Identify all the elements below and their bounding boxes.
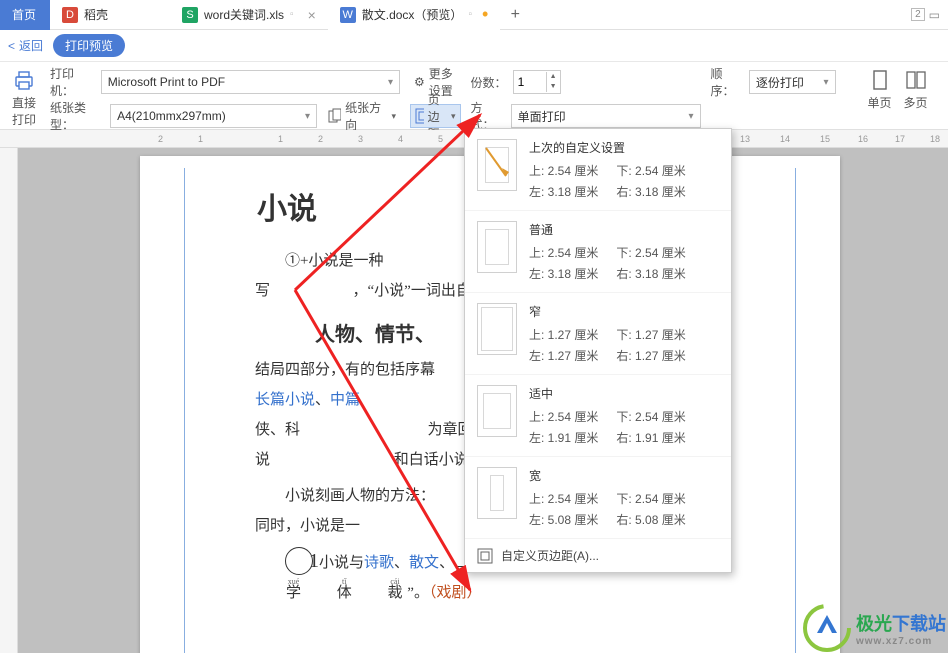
multi-page-button[interactable]: 多页 bbox=[900, 68, 932, 111]
margin-option-narrow[interactable]: 窄上: 1.27 厘米下: 1.27 厘米左: 1.27 厘米右: 1.27 厘… bbox=[465, 293, 731, 375]
unsaved-dot-icon: • bbox=[482, 4, 488, 25]
window-restore-icon[interactable]: ▭ bbox=[929, 8, 940, 22]
print-preview-pill[interactable]: 打印预览 bbox=[53, 34, 125, 57]
single-page-label: 单页 bbox=[868, 94, 892, 111]
vertical-ruler bbox=[0, 148, 18, 653]
new-tab-button[interactable]: + bbox=[500, 6, 530, 24]
step-down[interactable]: ▼ bbox=[547, 82, 560, 92]
method-value: 单面打印 bbox=[518, 108, 566, 125]
method-select[interactable]: 单面打印 ▾ bbox=[511, 104, 701, 128]
tab-home[interactable]: 首页 bbox=[0, 0, 50, 30]
close-icon[interactable]: × bbox=[300, 7, 316, 23]
chevron-down-icon: ▾ bbox=[689, 111, 694, 122]
order-label: 顺序： bbox=[711, 65, 743, 99]
logo-icon bbox=[802, 603, 852, 653]
docx-icon: W bbox=[340, 7, 356, 23]
single-page-button[interactable]: 单页 bbox=[864, 68, 896, 111]
multi-page-label: 多页 bbox=[904, 94, 928, 111]
copies-label: 份数： bbox=[471, 74, 507, 91]
margins-dropdown: 上次的自定义设置上: 2.54 厘米下: 2.54 厘米左: 3.18 厘米右:… bbox=[464, 128, 732, 573]
tab-bar: 首页 D 稻壳 S word关键词.xls ▫ × W 散文.docx（预览） … bbox=[0, 0, 948, 30]
tab-label: word关键词.xls bbox=[204, 6, 284, 23]
margin-option-normal[interactable]: 普通上: 2.54 厘米下: 2.54 厘米左: 3.18 厘米右: 3.18 … bbox=[465, 211, 731, 293]
margin-option-last-custom[interactable]: 上次的自定义设置上: 2.54 厘米下: 2.54 厘米左: 3.18 厘米右:… bbox=[465, 129, 731, 211]
chevron-down-icon: ▾ bbox=[824, 77, 829, 88]
printer-label: 打印机： bbox=[50, 65, 95, 99]
annotation-arrow bbox=[295, 110, 495, 313]
printer-select[interactable]: Microsoft Print to PDF ▾ bbox=[101, 70, 400, 94]
tab-mini-icon: ▫ bbox=[290, 9, 294, 20]
order-select[interactable]: 逐份打印 ▾ bbox=[749, 70, 836, 94]
daoke-icon: D bbox=[62, 7, 78, 23]
back-button[interactable]: < 返回 bbox=[8, 37, 43, 54]
paper-value: A4(210mmx297mm) bbox=[117, 109, 226, 123]
multi-page-icon bbox=[904, 68, 928, 92]
custom-margins-label: 自定义页边距(A)... bbox=[501, 547, 599, 564]
back-label: 返回 bbox=[19, 37, 43, 54]
margin-option-wide[interactable]: 宽上: 2.54 厘米下: 2.54 厘米左: 5.08 厘米右: 5.08 厘… bbox=[465, 457, 731, 539]
order-value: 逐份打印 bbox=[756, 74, 804, 91]
printer-value: Microsoft Print to PDF bbox=[108, 75, 225, 89]
tab-xls[interactable]: S word关键词.xls ▫ × bbox=[170, 0, 328, 30]
back-bar: < 返回 打印预览 bbox=[0, 30, 948, 62]
option-title: 普通 bbox=[529, 221, 719, 238]
paper-label: 纸张类型： bbox=[50, 99, 104, 133]
tab-docx-active[interactable]: W 散文.docx（预览） ▫ • bbox=[328, 0, 501, 30]
window-indicator[interactable]: 2 bbox=[911, 8, 925, 21]
custom-margins-button[interactable]: 自定义页边距(A)... bbox=[465, 539, 731, 572]
tab-label: 稻壳 bbox=[84, 6, 108, 23]
printer-icon bbox=[12, 68, 36, 92]
xls-icon: S bbox=[182, 7, 198, 23]
option-title: 窄 bbox=[529, 303, 719, 320]
tab-label: 散文.docx（预览） bbox=[362, 6, 463, 23]
chevron-down-icon: ▾ bbox=[388, 77, 393, 88]
copies-input[interactable] bbox=[514, 75, 546, 89]
watermark-logo: 极光下载站www.xz7.com bbox=[802, 603, 946, 653]
copies-stepper[interactable]: ▲▼ bbox=[513, 70, 561, 94]
paper-select[interactable]: A4(210mmx297mm) ▾ bbox=[110, 104, 317, 128]
direct-print-label: 直接打印 bbox=[12, 94, 36, 128]
option-title: 上次的自定义设置 bbox=[529, 139, 719, 156]
option-title: 宽 bbox=[529, 467, 719, 484]
single-page-icon bbox=[868, 68, 892, 92]
gear-icon: ⚙ bbox=[414, 75, 425, 89]
tab-daoke[interactable]: D 稻壳 bbox=[50, 0, 170, 30]
tab-mini-icon: ▫ bbox=[468, 9, 472, 20]
chevron-left-icon: < bbox=[8, 39, 15, 53]
annotation-arrow bbox=[295, 290, 495, 603]
margin-option-moderate[interactable]: 适中上: 2.54 厘米下: 2.54 厘米左: 1.91 厘米右: 1.91 … bbox=[465, 375, 731, 457]
option-title: 适中 bbox=[529, 385, 719, 402]
window-controls: 2 ▭ bbox=[911, 8, 948, 22]
step-up[interactable]: ▲ bbox=[547, 72, 560, 82]
